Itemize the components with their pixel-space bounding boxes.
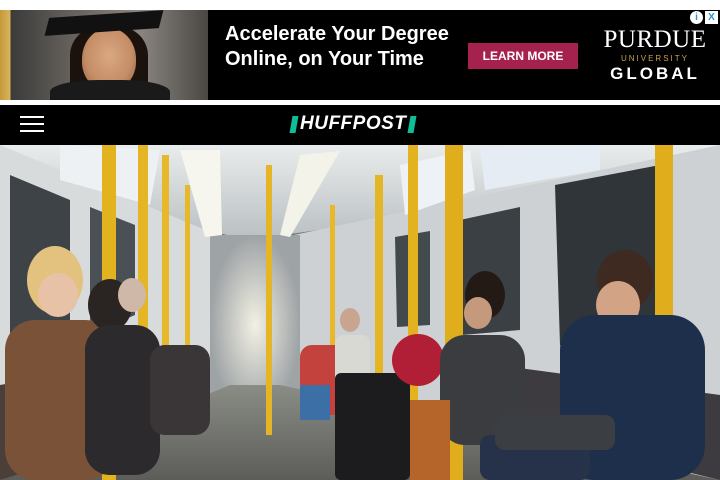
logo-accent-right — [407, 115, 417, 133]
subway-car-illustration — [0, 145, 720, 480]
ad-headline: Accelerate Your Degree Online, on Your T… — [225, 22, 465, 72]
learn-more-button[interactable]: LEARN MORE — [468, 43, 578, 69]
logo-line-university: UNIVERSITY — [620, 54, 689, 63]
logo-text: HUFFPOST — [300, 113, 407, 134]
site-header: HUFFPOST — [0, 105, 720, 145]
huffpost-logo[interactable]: HUFFPOST — [289, 113, 417, 135]
ad-banner[interactable]: Accelerate Your Degree Online, on Your T… — [0, 10, 720, 100]
ad-headline-line-2: Online, on Your Time — [225, 48, 424, 70]
logo-line-purdue: PURDUE — [603, 26, 707, 53]
ad-headline-line-1: Accelerate Your Degree — [225, 23, 449, 45]
ad-choices[interactable]: i X — [690, 11, 718, 25]
ad-graduate-photo — [0, 10, 208, 100]
hero-image[interactable] — [0, 145, 720, 480]
logo-line-global: GLOBAL — [610, 64, 700, 83]
close-icon[interactable]: X — [705, 11, 718, 24]
purdue-global-logo: PURDUE UNIVERSITY GLOBAL — [596, 26, 714, 92]
hamburger-menu-icon[interactable] — [20, 116, 44, 134]
info-icon[interactable]: i — [690, 11, 703, 24]
